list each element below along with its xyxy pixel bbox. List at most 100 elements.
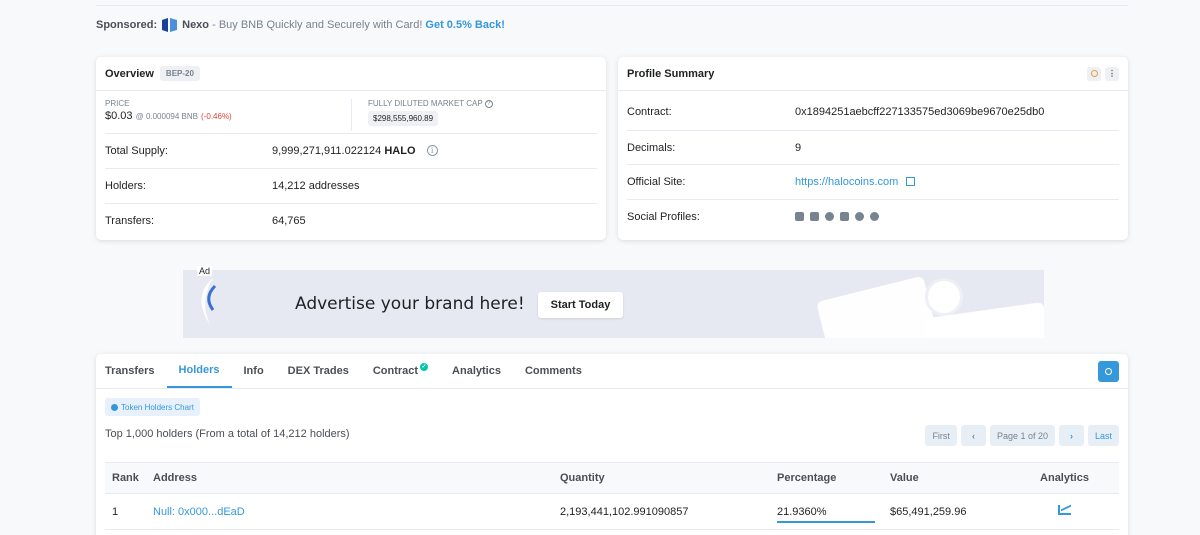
holders-summary: Top 1,000 holders (From a total of 14,21…	[105, 428, 350, 440]
tab-info[interactable]: Info	[232, 354, 276, 388]
holders-row: Holders: 14,212 addresses	[105, 168, 597, 202]
price-row: $0.03 @ 0.000094 BNB (-0.46%)	[105, 110, 351, 122]
total-supply-label: Total Supply:	[105, 144, 168, 157]
token-holders-chart-label: Token Holders Chart	[121, 402, 194, 412]
pager-page-indicator: Page 1 of 20	[989, 425, 1055, 446]
ad-pie-decoration	[925, 278, 963, 316]
profile-actions: ⋮	[1087, 66, 1119, 81]
pager-next-button[interactable]: ›	[1058, 425, 1084, 446]
nexo-logo-icon	[162, 18, 178, 32]
table-row: 1 Null: 0x000...dEaD 2,193,441,102.99109…	[105, 494, 1119, 530]
token-tabs-card: Transfers Holders Info DEX Trades Contra…	[96, 354, 1128, 535]
mcap-block: FULLY DILUTED MARKET CAP ? $298,555,960.…	[351, 99, 597, 131]
mcap-label: FULLY DILUTED MARKET CAP	[368, 99, 483, 108]
total-supply-value: 9,999,271,911.022124	[272, 144, 382, 157]
col-percentage: Percentage	[777, 472, 837, 484]
contract-address-link[interactable]: 0x1894251aebcff227133575ed3069be9670e25d…	[795, 106, 1044, 118]
pie-chart-icon	[111, 403, 118, 411]
mcap-value: $298,555,960.89	[368, 111, 439, 126]
info-icon[interactable]: i	[426, 145, 438, 157]
tab-holders[interactable]: Holders	[166, 354, 232, 388]
holders-value: 14,212 addresses	[272, 179, 360, 192]
price-block: PRICE $0.03 @ 0.000094 BNB (-0.46%)	[105, 99, 351, 131]
token-standard-badge: BEP-20	[159, 66, 200, 81]
contract-row: Contract: 0x1894251aebcff227133575ed3069…	[627, 95, 1119, 129]
mcap-label-row: FULLY DILUTED MARKET CAP ?	[368, 99, 597, 108]
total-supply-value-wrap: 9,999,271,911.022124 HALO i	[272, 145, 438, 157]
search-icon	[1105, 368, 1112, 375]
token-symbol: HALO	[384, 144, 416, 157]
more-options-icon[interactable]: ⋮	[1105, 66, 1119, 81]
ad-label: Ad	[197, 266, 213, 276]
price-section: PRICE $0.03 @ 0.000094 BNB (-0.46%) FULL…	[105, 99, 597, 131]
holders-label: Holders:	[105, 179, 146, 192]
col-rank: Rank	[112, 472, 139, 484]
tab-contract[interactable]: Contract ✓	[361, 354, 440, 388]
ad-leaf-logo-icon	[201, 278, 217, 326]
ad-decoration	[816, 275, 940, 338]
row-quantity: 2,193,441,102.991090857	[560, 505, 689, 518]
official-site-label: Official Site:	[627, 175, 686, 188]
profile-header: Profile Summary ⋮	[618, 57, 1128, 91]
sponsor-cta-link[interactable]: Get 0.5% Back!	[425, 19, 504, 31]
search-button[interactable]	[1098, 361, 1119, 382]
ad-banner[interactable]: Advertise your brand here! Start Today	[183, 270, 1044, 338]
col-value: Value	[890, 472, 919, 484]
official-site-wrap: https://halocoins.com	[795, 176, 916, 188]
price-change: (-0.46%)	[201, 112, 232, 121]
verified-check-icon: ✓	[420, 363, 429, 371]
sponsored-label: Sponsored:	[96, 19, 158, 31]
row-analytics	[1020, 505, 1119, 518]
tab-comments[interactable]: Comments	[513, 354, 594, 388]
pager-last-button[interactable]: Last	[1087, 425, 1119, 446]
tab-analytics[interactable]: Analytics	[440, 354, 513, 388]
overview-card: Overview BEP-20 PRICE $0.03 @ 0.000094 B…	[96, 57, 606, 240]
tab-transfers[interactable]: Transfers	[105, 354, 167, 388]
document-icon[interactable]	[840, 212, 849, 221]
pager-prev-button[interactable]: ‹	[960, 425, 986, 446]
row-percentage: 21.9360%	[777, 505, 827, 518]
total-supply-row: Total Supply: 9,999,271,911.022124 HALO …	[105, 133, 597, 167]
status-ring-icon[interactable]	[1087, 66, 1101, 81]
holders-table-header: Rank Address Quantity Percentage Value A…	[105, 462, 1119, 494]
official-site-link[interactable]: https://halocoins.com	[795, 176, 898, 188]
col-address: Address	[153, 472, 198, 484]
pagination: First ‹ Page 1 of 20 › Last	[925, 425, 1119, 446]
sponsor-brand[interactable]: Nexo	[182, 19, 209, 31]
tab-bar: Transfers Holders Info DEX Trades Contra…	[96, 354, 1128, 389]
top-divider	[96, 0, 1128, 6]
transfers-value: 64,765	[272, 214, 306, 227]
official-site-row: Official Site: https://halocoins.com	[627, 164, 1119, 198]
sponsor-text[interactable]: Buy BNB Quickly and Securely with Card!	[219, 19, 423, 31]
decimals-label: Decimals:	[627, 141, 676, 154]
percentage-wrap: 21.9360%	[777, 505, 875, 523]
col-quantity: Quantity	[560, 472, 605, 484]
col-analytics: Analytics	[1040, 472, 1089, 484]
github-icon[interactable]	[855, 212, 864, 221]
pager-first-button[interactable]: First	[925, 425, 957, 446]
price-label: PRICE	[105, 99, 130, 108]
social-icons	[795, 212, 879, 221]
question-icon[interactable]: ?	[484, 99, 493, 108]
analytics-chart-icon[interactable]	[1058, 505, 1071, 515]
telegram-icon[interactable]	[825, 212, 834, 221]
tab-dex-trades[interactable]: DEX Trades	[276, 354, 361, 388]
twitter-icon[interactable]	[810, 212, 819, 221]
token-holders-chart-button[interactable]: Token Holders Chart	[105, 398, 200, 416]
email-icon[interactable]	[795, 212, 804, 221]
tab-contract-label: Contract	[372, 365, 419, 377]
coinmarketcap-icon[interactable]	[870, 212, 879, 221]
row-value: $65,491,259.96	[890, 505, 967, 518]
ad-headline: Advertise your brand here!	[295, 294, 525, 314]
overview-title: Overview	[105, 67, 154, 80]
price-value: $0.03	[105, 110, 133, 122]
ad-start-today-button[interactable]: Start Today	[538, 292, 623, 318]
row-percentage-cell: 21.9360%	[777, 505, 890, 523]
contract-label: Contract:	[627, 106, 672, 118]
row-address-link[interactable]: Null: 0x000...dEaD	[153, 506, 560, 518]
external-link-icon[interactable]	[906, 177, 916, 187]
sponsored-banner: Sponsored: Nexo - Buy BNB Quickly and Se…	[96, 18, 505, 32]
transfers-row: Transfers: 64,765	[105, 203, 597, 237]
overview-header: Overview BEP-20	[96, 57, 606, 91]
percentage-bar	[777, 520, 875, 523]
